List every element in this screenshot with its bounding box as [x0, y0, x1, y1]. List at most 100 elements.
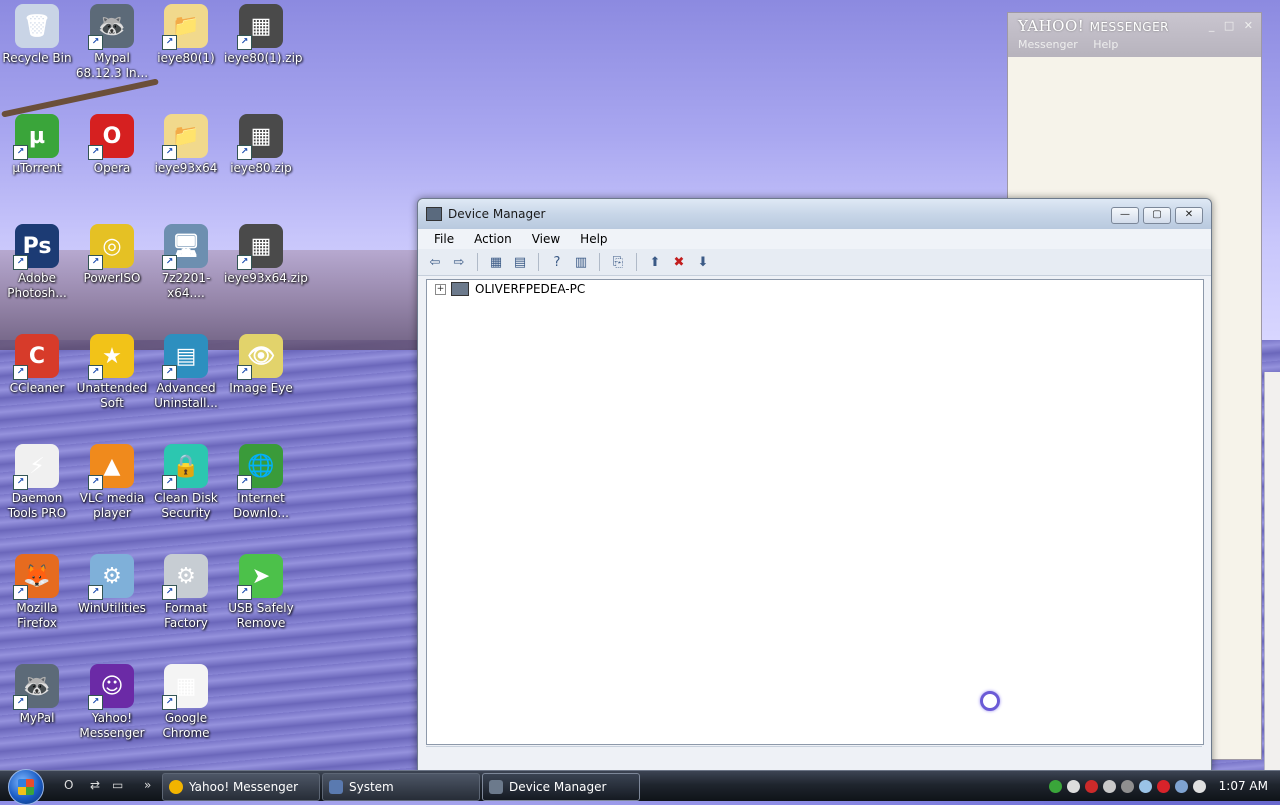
- messenger-tray-icon[interactable]: [1120, 779, 1134, 793]
- quicklaunch-overflow-icon[interactable]: »: [144, 778, 151, 792]
- yahoo-messenger-icon: ☺ ↗: [88, 664, 134, 710]
- tree-root-node[interactable]: + OLIVERFPEDEA-PC: [435, 282, 585, 296]
- desktop-icon[interactable]: µ ↗ µTorrent: [0, 114, 74, 176]
- desktop-icon[interactable]: 👁 ↗ Image Eye: [224, 334, 298, 396]
- shortcut-arrow-icon: ↗: [13, 255, 28, 270]
- installer-icon: 🖥 ↗: [162, 224, 208, 270]
- display-tray-icon[interactable]: [1138, 779, 1152, 793]
- switch-windows-icon[interactable]: ⇄: [90, 778, 100, 792]
- desktop-icon[interactable]: 📁 ↗ ieye80(1): [149, 4, 223, 66]
- shortcut-arrow-icon: ↗: [162, 475, 177, 490]
- desktop-icon-label: Format Factory: [164, 601, 208, 630]
- background-window-edge: [1264, 372, 1280, 772]
- desktop-icon[interactable]: 🦝 ↗ MyPal: [0, 664, 74, 726]
- desktop-icon[interactable]: ☺ ↗ Yahoo! Messenger: [75, 664, 149, 741]
- desktop-icon[interactable]: 🗑 Recycle Bin: [0, 4, 74, 66]
- clock[interactable]: 1:07 AM: [1219, 779, 1268, 793]
- update-tray-icon[interactable]: [1102, 779, 1116, 793]
- network-tray-icon[interactable]: [1048, 779, 1062, 793]
- show-hide-tree-icon[interactable]: ▦: [487, 253, 505, 271]
- desktop-icon[interactable]: 🌐 ↗ Internet Downlo...: [224, 444, 298, 521]
- device-manager-titlebar[interactable]: Device Manager: [418, 199, 1211, 229]
- desktop-icon-label: ieye80(1): [157, 51, 215, 65]
- desktop-icon-label: Image Eye: [229, 381, 293, 395]
- antivirus-tray-icon[interactable]: [1156, 779, 1170, 793]
- desktop-icon[interactable]: 🔒 ↗ Clean Disk Security: [149, 444, 223, 521]
- shortcut-arrow-icon: ↗: [88, 695, 103, 710]
- shortcut-arrow-icon: ↗: [162, 365, 177, 380]
- forward-arrow-icon[interactable]: ⇨: [450, 253, 468, 271]
- menu-action[interactable]: Action: [464, 232, 522, 246]
- show-desktop-icon[interactable]: ▭: [112, 778, 123, 792]
- disable-device-icon[interactable]: ⬇: [694, 253, 712, 271]
- close-icon[interactable]: ✕: [1244, 19, 1253, 32]
- desktop-icon-label: Mypal 68.12.3 In...: [75, 51, 149, 80]
- desktop-icon[interactable]: 🖥 ↗ 7z2201-x64....: [149, 224, 223, 301]
- shortcut-arrow-icon: ↗: [162, 695, 177, 710]
- desktop-icon[interactable]: C ↗ CCleaner: [0, 334, 74, 396]
- action-pane-icon[interactable]: ▥: [572, 253, 590, 271]
- raccoon-icon: 🦝 ↗: [13, 664, 59, 710]
- update-driver-icon[interactable]: ⬆: [646, 253, 664, 271]
- desktop-icon[interactable]: ⚡ ↗ Daemon Tools PRO: [0, 444, 74, 521]
- minimize-button[interactable]: —: [1111, 207, 1139, 224]
- utorrent-icon: µ ↗: [13, 114, 59, 160]
- taskbar-button-device-manager[interactable]: Device Manager: [482, 773, 640, 801]
- desktop-icon-label: USB Safely Remove: [228, 601, 294, 630]
- desktop-icon[interactable]: Ps ↗ Adobe Photosh...: [0, 224, 74, 301]
- expand-icon[interactable]: +: [435, 283, 446, 295]
- desktop-icon[interactable]: ▲ ↗ VLC media player: [75, 444, 149, 521]
- desktop-icon[interactable]: ➤ ↗ USB Safely Remove: [224, 554, 298, 631]
- desktop-icon[interactable]: ⚙ ↗ Format Factory: [149, 554, 223, 631]
- desktop-icon[interactable]: ▦ ↗ Google Chrome: [149, 664, 223, 741]
- desktop-icon-label: Opera: [93, 161, 131, 175]
- desktop-icon-label: Internet Downlo...: [233, 491, 289, 520]
- device-manager-window[interactable]: Device Manager — ▢ ✕ File Action View He…: [417, 198, 1212, 774]
- opera-quicklaunch-icon[interactable]: O: [64, 778, 73, 792]
- shortcut-arrow-icon: ↗: [237, 145, 252, 160]
- uninstall-device-icon[interactable]: ✖: [670, 253, 688, 271]
- desktop-icon[interactable]: 🦊 ↗ Mozilla Firefox: [0, 554, 74, 631]
- power-tray-icon[interactable]: [1066, 779, 1080, 793]
- desktop-icon[interactable]: ▦ ↗ ieye80.zip: [224, 114, 298, 176]
- minimize-icon[interactable]: _: [1209, 19, 1215, 32]
- desktop-icon[interactable]: ◎ ↗ PowerISO: [75, 224, 149, 286]
- desktop-icon[interactable]: ▤ ↗ Advanced Uninstall...: [149, 334, 223, 411]
- desktop-icon[interactable]: ⚙ ↗ WinUtilities: [75, 554, 149, 616]
- back-arrow-icon[interactable]: ⇦: [426, 253, 444, 271]
- shortcut-arrow-icon: ↗: [88, 365, 103, 380]
- device-tree-pane[interactable]: + OLIVERFPEDEA-PC: [426, 279, 1204, 745]
- system-icon: [329, 780, 343, 794]
- scan-hardware-icon[interactable]: ⎘: [609, 253, 627, 271]
- security-alert-tray-icon[interactable]: [1084, 779, 1098, 793]
- opera-icon: O ↗: [88, 114, 134, 160]
- toolbar: ⇦ ⇨ ▦ ▤ ? ▥ ⎘ ⬆ ✖ ⬇: [418, 249, 1211, 276]
- shortcut-arrow-icon: ↗: [13, 695, 28, 710]
- menu-view[interactable]: View: [522, 232, 570, 246]
- desktop-icon-label: ieye93x64.zip: [224, 271, 308, 285]
- desktop-icon[interactable]: ▦ ↗ ieye80(1).zip: [224, 4, 303, 66]
- desktop-icon[interactable]: O ↗ Opera: [75, 114, 149, 176]
- shortcut-arrow-icon: ↗: [162, 35, 177, 50]
- help-icon[interactable]: ?: [548, 253, 566, 271]
- properties-icon[interactable]: ▤: [511, 253, 529, 271]
- desktop-icon-label: Clean Disk Security: [154, 491, 218, 520]
- connection-tray-icon[interactable]: [1174, 779, 1188, 793]
- desktop-icon-label: 7z2201-x64....: [161, 271, 211, 300]
- desktop-icon[interactable]: ★ ↗ Unattended Soft: [75, 334, 149, 411]
- desktop-icon[interactable]: 🦝 ↗ Mypal 68.12.3 In...: [75, 4, 149, 81]
- maximize-button[interactable]: ▢: [1143, 207, 1171, 224]
- yahoo-menubar: Messenger Help: [1018, 38, 1130, 51]
- volume-muted-tray-icon[interactable]: [1192, 779, 1206, 793]
- close-button[interactable]: ✕: [1175, 207, 1203, 224]
- desktop-icon[interactable]: ▦ ↗ ieye93x64.zip: [224, 224, 308, 286]
- taskbar-button-system[interactable]: System: [322, 773, 480, 801]
- menu-file[interactable]: File: [424, 232, 464, 246]
- desktop-icon[interactable]: 📁 ↗ ieye93x64: [149, 114, 223, 176]
- yahoo-menu-messenger[interactable]: Messenger: [1018, 38, 1078, 51]
- yahoo-menu-help[interactable]: Help: [1093, 38, 1118, 51]
- menu-help[interactable]: Help: [570, 232, 617, 246]
- taskbar-button-yahoo[interactable]: Yahoo! Messenger: [162, 773, 320, 801]
- maximize-icon[interactable]: □: [1224, 19, 1234, 32]
- lightning-icon: ⚡ ↗: [13, 444, 59, 490]
